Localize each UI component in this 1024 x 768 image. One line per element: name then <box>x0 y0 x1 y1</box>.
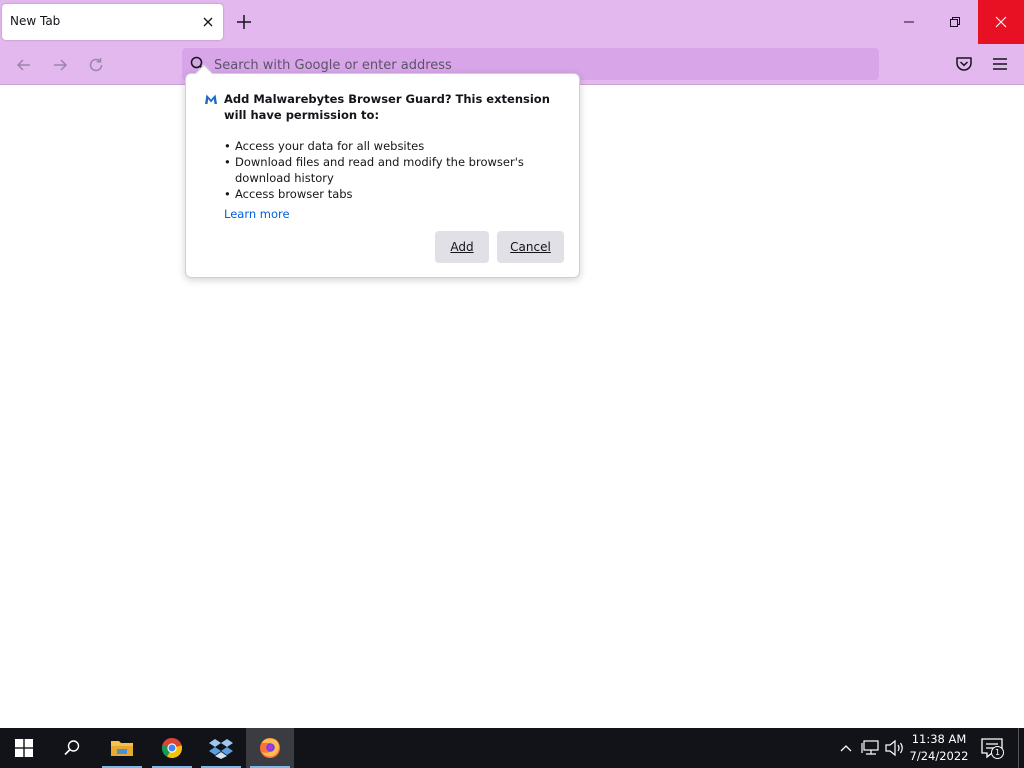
reload-icon <box>89 58 103 72</box>
list-item: • Download files and read and modify the… <box>224 154 569 186</box>
forward-button[interactable] <box>48 53 72 77</box>
chrome-icon <box>161 738 183 759</box>
popup-heading: Add Malwarebytes Browser Guard? This ext… <box>224 92 550 122</box>
clock-date: 7/24/2022 <box>909 749 969 763</box>
add-button[interactable]: Add <box>435 231 489 263</box>
show-desktop-button[interactable] <box>1018 728 1019 768</box>
back-arrow-icon <box>16 59 30 71</box>
clock-time: 11:38 AM <box>911 732 967 746</box>
notification-badge: 1 <box>991 746 1004 759</box>
malwarebytes-icon <box>205 94 217 104</box>
file-explorer-button[interactable] <box>98 728 146 768</box>
system-clock[interactable]: 11:38 AM 7/24/2022 <box>906 731 972 765</box>
minimize-icon <box>904 21 914 23</box>
permission-list: • Access your data for all websites • Do… <box>224 138 569 202</box>
learn-more-link[interactable]: Learn more <box>224 207 290 221</box>
permission-text: Download files and read and modify the b… <box>235 155 524 185</box>
tab-title: New Tab <box>10 14 61 28</box>
restore-button[interactable] <box>932 0 978 44</box>
volume-icon[interactable] <box>884 738 906 758</box>
cancel-button[interactable]: Cancel <box>497 231 564 263</box>
restore-icon <box>950 17 960 27</box>
start-icon <box>15 739 33 757</box>
tab-new-tab[interactable]: New Tab <box>2 4 223 40</box>
hamburger-menu-icon[interactable] <box>989 53 1011 75</box>
address-input[interactable] <box>214 55 854 75</box>
tab-bar: New Tab <box>0 0 1024 44</box>
file-explorer-icon <box>111 741 133 756</box>
extension-permission-popup: Add Malwarebytes Browser Guard? This ext… <box>185 64 580 278</box>
reload-button[interactable] <box>84 53 108 77</box>
permission-text: Access your data for all websites <box>235 139 425 153</box>
minimize-button[interactable] <box>886 0 932 44</box>
dropbox-icon <box>209 739 233 759</box>
close-window-button[interactable] <box>978 0 1024 44</box>
forward-arrow-icon <box>54 59 68 71</box>
pocket-icon[interactable] <box>953 53 975 75</box>
dropbox-button[interactable] <box>197 728 245 768</box>
bullet: • <box>224 187 231 201</box>
close-icon <box>995 16 1007 28</box>
network-icon[interactable] <box>861 738 881 758</box>
back-button[interactable] <box>12 53 36 77</box>
bullet: • <box>224 155 231 169</box>
chrome-button[interactable] <box>148 728 196 768</box>
bullet: • <box>224 139 231 153</box>
start-button[interactable] <box>0 728 48 768</box>
firefox-button[interactable] <box>246 728 294 768</box>
taskbar-search-button[interactable] <box>48 728 96 768</box>
search-icon <box>64 740 80 756</box>
permission-text: Access browser tabs <box>235 187 353 201</box>
chevron-up-icon[interactable] <box>836 738 856 758</box>
taskbar: 11:38 AM 7/24/2022 1 <box>0 728 1024 768</box>
list-item: • Access your data for all websites <box>224 138 569 154</box>
list-item: • Access browser tabs <box>224 186 569 202</box>
firefox-icon <box>260 738 280 758</box>
new-tab-button[interactable] <box>233 11 255 33</box>
close-tab-icon[interactable] <box>199 13 217 31</box>
